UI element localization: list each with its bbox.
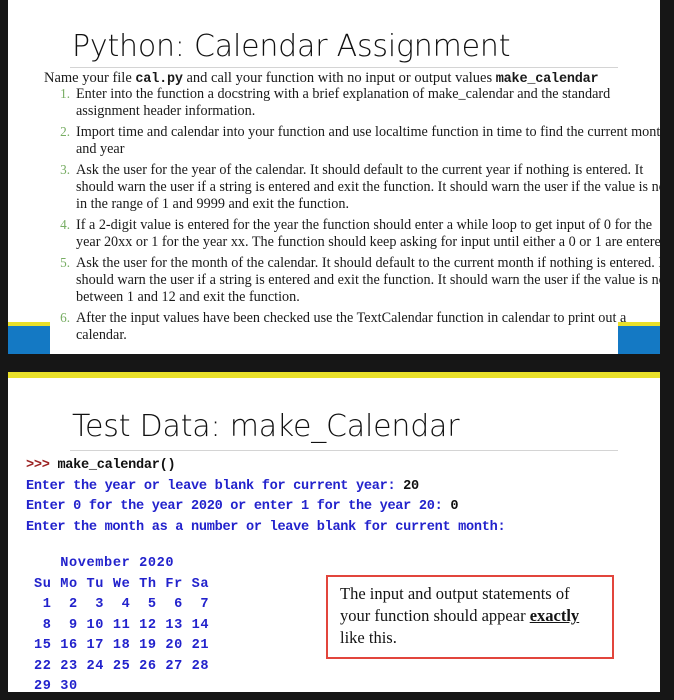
decorative-block-left	[8, 322, 50, 354]
list-item: Ask the user for the year of the calenda…	[50, 162, 660, 212]
slide-deck: Python: Calendar Assignment Name your fi…	[0, 0, 674, 700]
calendar-week-row: 29 30	[34, 679, 78, 692]
assignment-steps-list: Enter into the function a docstring with…	[48, 86, 660, 348]
slide-assignment: Python: Calendar Assignment Name your fi…	[8, 0, 660, 354]
page-edge-left	[0, 0, 8, 700]
page-edge-bottom	[0, 692, 674, 700]
calendar-week-row: 15 16 17 18 19 20 21	[34, 638, 210, 653]
console-year-prompt: Enter the year or leave blank for curren…	[26, 478, 404, 494]
page-title: Test Data: make_Calendar	[72, 409, 460, 444]
console-output: >>> make_calendar() Enter the year or le…	[26, 456, 654, 538]
list-item: After the input values have been checked…	[50, 310, 627, 343]
calendar-week-row: 22 23 24 25 26 27 28	[34, 658, 210, 674]
list-item: Enter into the function a docstring with…	[50, 86, 611, 119]
title-divider	[70, 67, 618, 68]
console-month-prompt: Enter the month as a number or leave bla…	[26, 519, 506, 535]
callout-text-after: like this.	[340, 628, 397, 647]
console-command: make_calendar()	[57, 458, 176, 473]
callout-emphasis: exactly	[529, 606, 580, 625]
console-prompt-symbol: >>>	[26, 458, 58, 473]
calendar-weekday-header: Su Mo Tu We Th Fr Sa	[34, 576, 210, 592]
name-line-part2: and call your function with no input or …	[182, 70, 496, 86]
page-title: Python: Calendar Assignment	[72, 29, 511, 64]
slide-test-data: Test Data: make_Calendar >>> make_calend…	[8, 378, 660, 692]
decorative-block-right	[618, 322, 660, 354]
callout-note: The input and output statements of your …	[326, 575, 614, 659]
name-line-part1: Name your file	[44, 70, 136, 86]
list-item: If a 2-digit value is entered for the ye…	[50, 217, 660, 250]
calendar-output: November 2020 Su Mo Tu We Th Fr Sa 1 2 3…	[34, 554, 209, 692]
console-year-input: 20	[403, 478, 419, 494]
page-edge-right	[660, 0, 674, 700]
console-century-prompt: Enter 0 for the year 2020 or enter 1 for…	[26, 499, 451, 514]
calendar-week-row: 1 2 3 4 5 6 7	[34, 597, 210, 612]
console-century-input: 0	[450, 499, 459, 514]
file-name-code: cal.py	[135, 72, 183, 87]
list-item: Import time and calendar into your funct…	[50, 124, 660, 157]
function-name-code: make_calendar	[495, 72, 599, 87]
calendar-heading: November 2020	[34, 556, 175, 571]
calendar-week-row: 8 9 10 11 12 13 14	[34, 617, 210, 633]
title-divider	[70, 450, 618, 451]
list-item: Ask the user for the month of the calend…	[50, 255, 660, 305]
